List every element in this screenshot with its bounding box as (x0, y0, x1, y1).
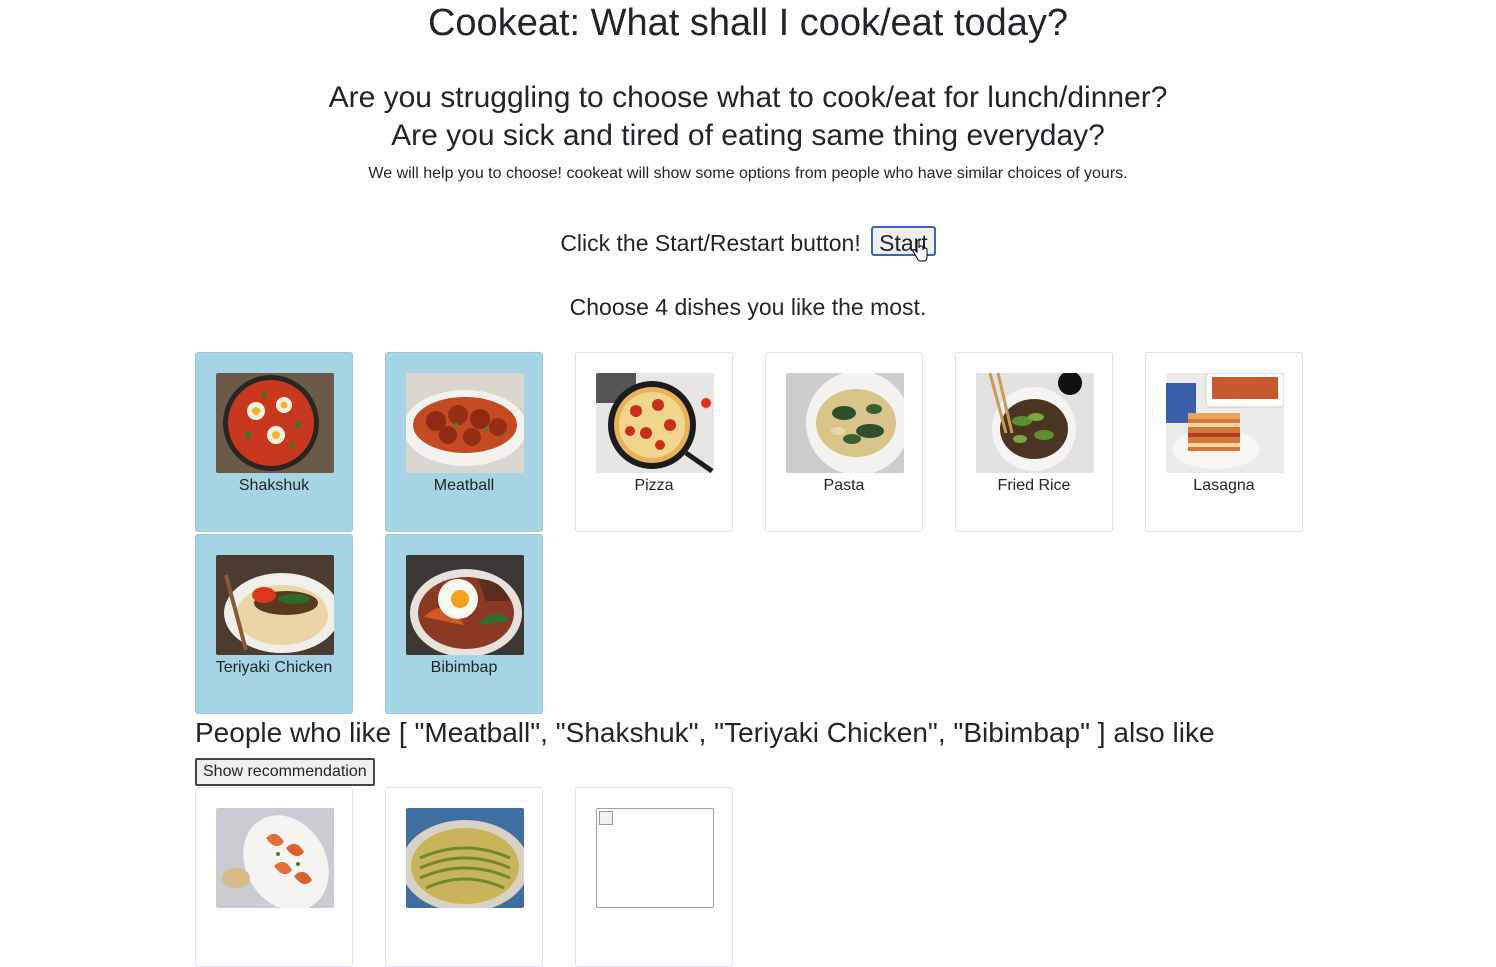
recommendation-heading: People who like [ "Meatball", "Shakshuk"… (195, 717, 1215, 748)
intro-text: We will help you to choose! cookeat will… (368, 165, 1128, 182)
bibimbap-photo (406, 555, 524, 655)
show-recommendation-button[interactable]: Show recommendation (195, 758, 375, 786)
dish-card-teriyaki-chicken[interactable]: Teriyaki Chicken (195, 534, 353, 714)
shrimp-photo (216, 808, 334, 908)
dish-label: Teriyaki Chicken (215, 659, 333, 676)
dish-label: Pizza (634, 477, 674, 494)
start-row: Click the Start/Restart button! Start (0, 226, 1496, 260)
meatball-photo (406, 373, 524, 473)
dish-card-shakshuk[interactable]: Shakshuk (195, 352, 353, 532)
recommendation-card[interactable] (385, 787, 543, 967)
subtitle-question-1: Are you struggling to choose what to coo… (328, 81, 1168, 114)
dish-card-pasta[interactable]: Pasta (765, 352, 923, 532)
dish-label: Pasta (823, 477, 865, 494)
page-title: Cookeat: What shall I cook/eat today? (427, 2, 1069, 44)
subtitle-question-2: Are you sick and tired of eating same th… (391, 119, 1105, 152)
broken-image-icon (596, 808, 714, 908)
pasta-photo (786, 373, 904, 473)
dish-card-fried-rice[interactable]: Fried Rice (955, 352, 1113, 532)
dish-card-lasagna[interactable]: Lasagna (1145, 352, 1303, 532)
teriyaki-chicken-photo (216, 555, 334, 655)
choose-instruction: Choose 4 dishes you like the most. (569, 294, 927, 320)
fried-rice-photo (976, 373, 1094, 473)
lasagna-photo (1166, 373, 1284, 473)
start-button[interactable]: Start (871, 226, 936, 256)
noodle-plate-photo (406, 808, 524, 908)
broken-image-glyph (599, 811, 613, 825)
dish-label: Fried Rice (997, 477, 1071, 494)
recommendation-card[interactable] (575, 787, 733, 967)
recommendation-card[interactable] (195, 787, 353, 967)
start-prompt: Click the Start/Restart button! (560, 230, 861, 256)
pizza-photo (596, 373, 714, 473)
shakshuka-photo (216, 373, 334, 473)
dish-card-pizza[interactable]: Pizza (575, 352, 733, 532)
dish-card-meatball[interactable]: Meatball (385, 352, 543, 532)
dish-label: Bibimbap (430, 659, 498, 676)
dish-label: Lasagna (1193, 477, 1255, 494)
dish-label: Shakshuk (238, 477, 310, 494)
dish-card-bibimbap[interactable]: Bibimbap (385, 534, 543, 714)
dish-label: Meatball (433, 477, 495, 494)
